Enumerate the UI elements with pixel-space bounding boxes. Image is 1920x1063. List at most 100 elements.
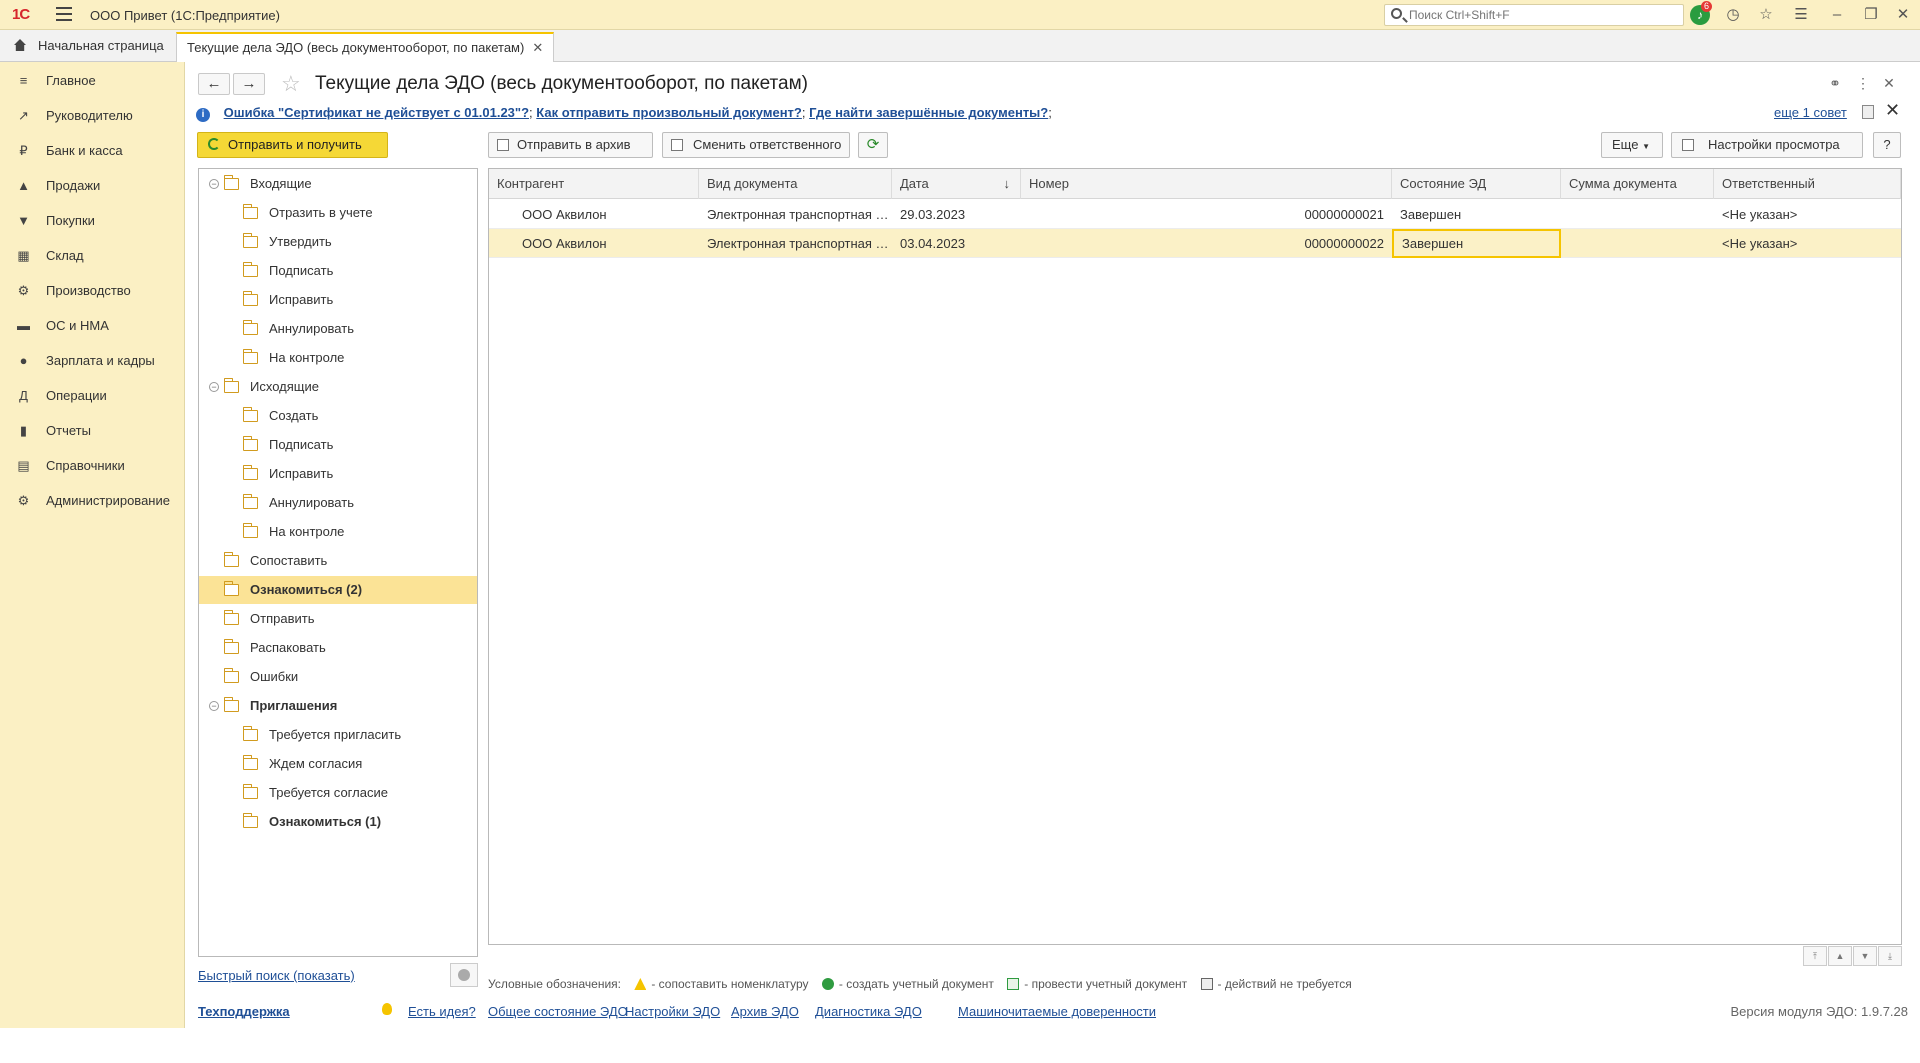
- edo-diagnostics-link[interactable]: Диагностика ЭДО: [815, 1004, 922, 1019]
- minimize-icon[interactable]: –: [1827, 5, 1847, 25]
- sidebar-item[interactable]: ▲ Продажи: [0, 171, 185, 201]
- global-search[interactable]: [1384, 4, 1684, 26]
- table-cell[interactable]: Электронная транспортная накладная: [699, 229, 892, 258]
- tree-node[interactable]: Аннулировать: [199, 489, 477, 517]
- tip-link-completed-docs[interactable]: Где найти завершённые документы?: [809, 105, 1048, 120]
- sidebar-item[interactable]: ▦ Склад: [0, 241, 185, 271]
- tree-node[interactable]: − Исходящие: [199, 373, 477, 401]
- change-responsible-button[interactable]: Сменить ответственного: [662, 132, 850, 158]
- table-cell[interactable]: ООО Аквилон: [514, 200, 699, 229]
- functions-menu-icon[interactable]: ☰: [1791, 5, 1811, 25]
- tree-node[interactable]: На контроле: [199, 518, 477, 546]
- send-to-archive-button[interactable]: Отправить в архив: [488, 132, 653, 158]
- sidebar-item[interactable]: ≡ Главное: [0, 66, 185, 96]
- tab-home[interactable]: Начальная страница: [4, 32, 174, 62]
- column-header[interactable]: Состояние ЭД: [1392, 169, 1561, 199]
- table-cell[interactable]: Завершен: [1392, 229, 1561, 258]
- table-cell[interactable]: [1561, 200, 1714, 229]
- restore-icon[interactable]: ❐: [1861, 5, 1881, 25]
- table-cell[interactable]: <Не указан>: [1714, 200, 1901, 229]
- edo-archive-link[interactable]: Архив ЭДО: [731, 1004, 799, 1019]
- more-actions-icon[interactable]: ⋮: [1853, 73, 1873, 93]
- tree-node[interactable]: Отправить: [199, 605, 477, 633]
- back-button[interactable]: ←: [198, 73, 230, 95]
- table-cell[interactable]: Завершен: [1392, 200, 1561, 229]
- tree-node[interactable]: Исправить: [199, 286, 477, 314]
- idea-link[interactable]: Есть идея?: [408, 1004, 476, 1019]
- table-cell[interactable]: 29.03.2023: [892, 200, 1021, 229]
- tree-node[interactable]: Отразить в учете: [199, 199, 477, 227]
- table-cell[interactable]: 00000000021: [1021, 200, 1392, 229]
- sidebar-item[interactable]: ⚙ Администрирование: [0, 486, 185, 516]
- collapse-icon[interactable]: −: [209, 382, 219, 392]
- sidebar-item[interactable]: ● Зарплата и кадры: [0, 346, 185, 376]
- tree-node[interactable]: Требуется пригласить: [199, 721, 477, 749]
- column-header[interactable]: Номер: [1021, 169, 1392, 199]
- more-tips-link[interactable]: еще 1 совет: [1774, 105, 1847, 120]
- table-row[interactable]: ООО АквилонЭлектронная транспортная накл…: [489, 229, 1901, 258]
- refresh-button[interactable]: ⟳: [858, 132, 888, 158]
- scroll-top-button[interactable]: ⤒: [1803, 946, 1827, 966]
- support-link[interactable]: Техподдержка: [198, 1004, 290, 1019]
- send-receive-button[interactable]: Отправить и получить: [197, 132, 388, 158]
- sidebar-item[interactable]: ▮ Отчеты: [0, 416, 185, 446]
- view-settings-button[interactable]: Настройки просмотра: [1671, 132, 1863, 158]
- history-icon[interactable]: ◷: [1723, 5, 1743, 25]
- sidebar-item[interactable]: ↗ Руководителю: [0, 101, 185, 131]
- collapse-icon[interactable]: −: [209, 179, 219, 189]
- tree-node[interactable]: На контроле: [199, 344, 477, 372]
- help-button[interactable]: ?: [1873, 132, 1901, 158]
- page-up-button[interactable]: ▲: [1828, 946, 1852, 966]
- tip-link-send-arbitrary[interactable]: Как отправить произвольный документ?: [536, 105, 802, 120]
- main-menu-icon[interactable]: [56, 7, 72, 21]
- quick-search-link[interactable]: Быстрый поиск (показать): [198, 968, 355, 983]
- close-icon[interactable]: ✕: [1893, 5, 1913, 25]
- tree-node[interactable]: Ознакомиться (1): [199, 808, 477, 836]
- sidebar-item[interactable]: ▼ Покупки: [0, 206, 185, 236]
- tree-node[interactable]: Подписать: [199, 431, 477, 459]
- tree-node[interactable]: Ждем согласия: [199, 750, 477, 778]
- tree-node[interactable]: Ошибки: [199, 663, 477, 691]
- tree-node[interactable]: Создать: [199, 402, 477, 430]
- tree-node[interactable]: Исправить: [199, 460, 477, 488]
- tree-node[interactable]: Утвердить: [199, 228, 477, 256]
- more-button[interactable]: Еще ▼: [1601, 132, 1663, 158]
- quick-search-clear-button[interactable]: [450, 963, 478, 987]
- tab-close-icon[interactable]: ✕: [532, 40, 543, 55]
- column-header[interactable]: Вид документа: [699, 169, 892, 199]
- tree-node[interactable]: Распаковать: [199, 634, 477, 662]
- column-header[interactable]: Ответственный: [1714, 169, 1901, 199]
- forward-button[interactable]: →: [233, 73, 265, 95]
- link-icon[interactable]: ⚭: [1825, 73, 1845, 93]
- favorite-star-icon[interactable]: ☆: [281, 71, 301, 97]
- column-header[interactable]: Контрагент: [489, 169, 699, 199]
- edo-settings-link[interactable]: Настройки ЭДО: [625, 1004, 720, 1019]
- scroll-bottom-button[interactable]: ⤓: [1878, 946, 1902, 966]
- tree-node[interactable]: Аннулировать: [199, 315, 477, 343]
- table-cell[interactable]: <Не указан>: [1714, 229, 1901, 258]
- favorites-star-icon[interactable]: ☆: [1756, 5, 1776, 25]
- tree-node[interactable]: Подписать: [199, 257, 477, 285]
- collapse-icon[interactable]: −: [209, 701, 219, 711]
- form-close-icon[interactable]: ✕: [1879, 73, 1899, 93]
- sidebar-item[interactable]: Д Операции: [0, 381, 185, 411]
- page-down-button[interactable]: ▼: [1853, 946, 1877, 966]
- tip-link-certificate[interactable]: Ошибка "Сертификат не действует с 01.01.…: [224, 105, 529, 120]
- table-cell[interactable]: 03.04.2023: [892, 229, 1021, 258]
- sidebar-item[interactable]: ⚙ Производство: [0, 276, 185, 306]
- tree-node[interactable]: Требуется согласие: [199, 779, 477, 807]
- table-cell[interactable]: [1561, 229, 1714, 258]
- search-input[interactable]: [1407, 7, 1677, 23]
- power-of-attorney-link[interactable]: Машиночитаемые доверенности: [958, 1004, 1156, 1019]
- sidebar-item[interactable]: ▬ ОС и НМА: [0, 311, 185, 341]
- tips-close-icon[interactable]: ✕: [1885, 100, 1900, 121]
- edo-status-link[interactable]: Общее состояние ЭДО: [488, 1004, 628, 1019]
- tree-node[interactable]: − Приглашения: [199, 692, 477, 720]
- sidebar-item[interactable]: ▤ Справочники: [0, 451, 185, 481]
- tab-current-edo[interactable]: Текущие дела ЭДО (весь документооборот, …: [176, 32, 555, 62]
- tree-node[interactable]: Ознакомиться (2): [199, 576, 477, 604]
- column-header[interactable]: Сумма документа: [1561, 169, 1714, 199]
- table-row[interactable]: ООО АквилонЭлектронная транспортная накл…: [489, 200, 1901, 229]
- tips-list-icon[interactable]: [1862, 105, 1874, 119]
- table-cell[interactable]: 00000000022: [1021, 229, 1392, 258]
